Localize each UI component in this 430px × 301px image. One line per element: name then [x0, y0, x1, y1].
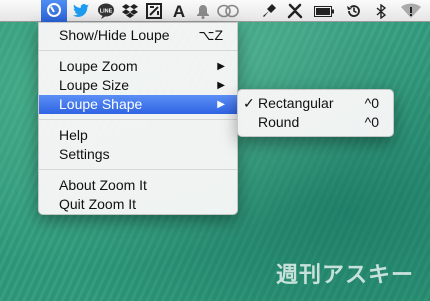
- menu-item-label: Quit Zoom It: [59, 196, 137, 212]
- menu-item-quit[interactable]: Quit Zoom It: [39, 195, 237, 214]
- twitter-icon[interactable]: [72, 2, 90, 20]
- menu-item-about[interactable]: About Zoom It: [39, 176, 237, 195]
- submenu-arrow-icon: ▶: [217, 99, 225, 110]
- menu-item-round[interactable]: Round ^0: [238, 113, 393, 132]
- submenu-arrow-icon: ▶: [217, 80, 225, 91]
- menu-item-loupe-size[interactable]: Loupe Size ▶: [39, 76, 237, 95]
- menu-item-label: Rectangular: [258, 95, 334, 111]
- menu-item-shortcut: ^0: [364, 95, 379, 111]
- menu-separator: [39, 119, 237, 120]
- tools-icon[interactable]: [286, 2, 304, 20]
- menu-item-help[interactable]: Help: [39, 126, 237, 145]
- menu-item-shortcut: ^0: [364, 114, 379, 130]
- loupe-shape-submenu: ✓ Rectangular ^0 Round ^0: [237, 89, 394, 137]
- checkmark-icon: ✓: [243, 95, 255, 111]
- cc-icon[interactable]: [217, 2, 239, 20]
- zoom-box-icon[interactable]: [145, 2, 163, 20]
- watermark: 週刊アスキー: [275, 262, 414, 287]
- menu-item-shortcut: ⌥Z: [198, 27, 223, 43]
- submenu-arrow-icon: ▶: [217, 61, 225, 72]
- menu-item-loupe-shape[interactable]: Loupe Shape ▶: [39, 95, 237, 114]
- menu-item-label: Loupe Shape: [59, 96, 143, 112]
- zoomit-icon: [47, 3, 61, 17]
- bluetooth-icon[interactable]: [372, 2, 390, 20]
- menu-bar: LINE A: [0, 0, 430, 22]
- bell-icon[interactable]: [194, 2, 212, 20]
- menu-item-label: About Zoom It: [59, 177, 147, 193]
- menu-separator: [39, 50, 237, 51]
- menu-item-show-hide-loupe[interactable]: Show/Hide Loupe ⌥Z: [39, 26, 237, 45]
- svg-text:LINE: LINE: [100, 9, 113, 15]
- menu-separator: [39, 169, 237, 170]
- menu-item-label: Show/Hide Loupe: [59, 27, 170, 43]
- a-icon[interactable]: A: [170, 2, 188, 20]
- stamp-icon[interactable]: [261, 2, 279, 20]
- time-machine-icon[interactable]: [345, 2, 363, 20]
- menu-item-label: Help: [59, 127, 88, 143]
- menu-item-label: Settings: [59, 146, 110, 162]
- menu-item-rectangular[interactable]: ✓ Rectangular ^0: [238, 94, 393, 113]
- menu-item-label: Loupe Zoom: [59, 58, 138, 74]
- zoomit-menu: Show/Hide Loupe ⌥Z Loupe Zoom ▶ Loupe Si…: [38, 22, 238, 215]
- menu-item-label: Round: [258, 114, 300, 130]
- line-icon[interactable]: LINE: [97, 2, 115, 20]
- menu-item-loupe-zoom[interactable]: Loupe Zoom ▶: [39, 57, 237, 76]
- menu-item-settings[interactable]: Settings: [39, 145, 237, 164]
- wifi-icon[interactable]: [399, 2, 423, 20]
- battery-icon[interactable]: [314, 2, 334, 20]
- dropbox-icon[interactable]: [121, 2, 139, 20]
- zoomit-menu-extra[interactable]: [41, 0, 67, 22]
- menu-item-label: Loupe Size: [59, 77, 130, 93]
